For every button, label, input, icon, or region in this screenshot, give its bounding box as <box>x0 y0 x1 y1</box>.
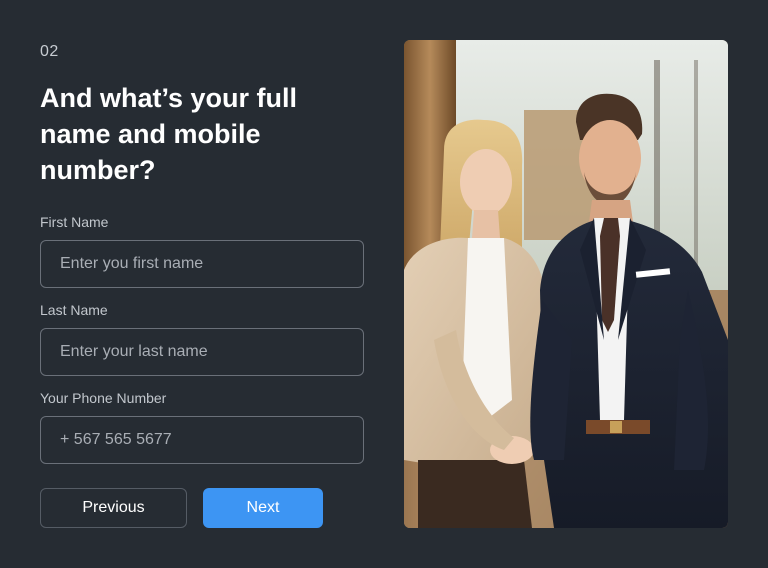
phone-label: Your Phone Number <box>40 390 167 406</box>
page-title: And what’s your full name and mobile num… <box>40 83 298 185</box>
step-number: 02 <box>40 43 59 60</box>
business-people-photo <box>404 40 728 528</box>
first-name-field[interactable] <box>40 240 364 288</box>
first-name-label: First Name <box>40 214 109 230</box>
next-button[interactable]: Next <box>203 488 323 528</box>
last-name-field[interactable] <box>40 328 364 376</box>
previous-button[interactable]: Previous <box>40 488 187 528</box>
last-name-label: Last Name <box>40 302 108 318</box>
phone-field[interactable] <box>40 416 364 464</box>
